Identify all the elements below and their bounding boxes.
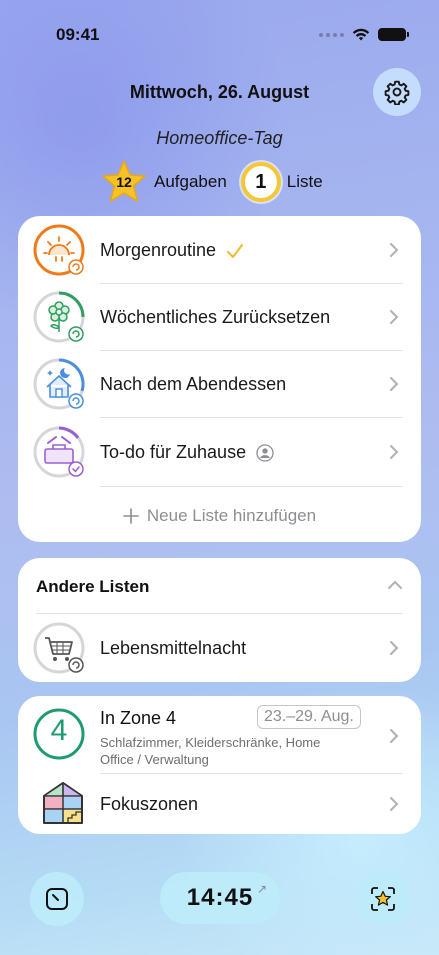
status-icons (319, 28, 409, 41)
zone-description: Schlafzimmer, Kleiderschränke, Home Offi… (100, 735, 321, 767)
arrow-up-right-icon: ↗ (256, 882, 268, 896)
list-label: Nach dem Abendessen (100, 374, 287, 394)
night-house-icon (33, 358, 85, 410)
chevron-right-icon (390, 377, 399, 391)
focus-star-button[interactable] (356, 872, 410, 926)
tasks-star-badge[interactable]: 12 (100, 158, 148, 206)
list-label: Morgenroutine (100, 240, 217, 260)
flower-icon (33, 291, 85, 343)
timer-value: 14:45 (186, 884, 254, 911)
current-zone-row[interactable]: 4 In Zone 4 23.–29. Aug. Schlafzimmer, K… (18, 696, 421, 773)
zone-title: In Zone 4 (100, 708, 177, 728)
chevron-right-icon (390, 641, 399, 655)
lists-count-badge[interactable]: 1 (240, 162, 281, 202)
list-label: Lebensmittelnacht (100, 638, 247, 658)
focus-zones-row[interactable]: Fokuszonen (18, 774, 421, 834)
add-list-button[interactable]: Neue Liste hinzufügen (18, 506, 421, 526)
zone-number: 4 (50, 714, 68, 747)
other-lists-title: Andere Listen (36, 577, 150, 596)
chevron-right-icon (390, 243, 399, 257)
zone-date-range: 23.–29. Aug. (257, 705, 361, 729)
lists-card: Morgenroutine Wöchentliches Zurücksetzen (18, 216, 421, 542)
star-scan-icon (371, 887, 395, 911)
list-item-morgenroutine[interactable]: Morgenroutine (18, 216, 421, 284)
list-label: Wöchentliches Zurücksetzen (100, 307, 331, 327)
tasks-count: 12 (116, 174, 132, 190)
chevron-right-icon (390, 445, 399, 459)
chevron-up-icon[interactable] (387, 580, 403, 590)
list-item-woechentliches-zuruecksetzen[interactable]: Wöchentliches Zurücksetzen (18, 284, 421, 351)
list-label: To-do für Zuhause (100, 442, 247, 462)
focus-zones-label: Fokuszonen (100, 794, 199, 814)
timer-display[interactable]: 14:45 ↗ (160, 872, 280, 924)
list-item-nach-dem-abendessen[interactable]: Nach dem Abendessen (18, 351, 421, 418)
shopping-cart-icon (33, 622, 85, 674)
other-lists-card: Andere Listen Lebensmittelnacht (18, 558, 421, 682)
checkmark-icon (227, 243, 244, 258)
timer-button[interactable] (30, 872, 84, 926)
chevron-right-icon (390, 310, 399, 324)
sunrise-icon (33, 224, 85, 276)
plus-icon (123, 508, 139, 524)
chevron-right-icon (390, 729, 399, 743)
status-time: 09:41 (56, 25, 100, 44)
house-zones-icon (43, 782, 83, 824)
list-item-to-do-fuer-zuhause[interactable]: To-do für Zuhause (18, 418, 421, 486)
list-item-lebensmittelnacht[interactable]: Lebensmittelnacht (18, 614, 421, 682)
add-list-label: Neue Liste hinzufügen (146, 506, 317, 525)
signal-icon (319, 32, 344, 37)
tasks-label: Aufgaben (154, 172, 227, 191)
chevron-right-icon (390, 797, 399, 811)
day-stats: 12 Aufgaben 1 Liste (100, 158, 337, 206)
clock-icon (46, 888, 68, 910)
lists-label: Liste (286, 172, 323, 191)
toolbox-icon (33, 426, 85, 478)
person-icon (256, 443, 274, 462)
wifi-icon (352, 28, 370, 41)
zones-card: 4 In Zone 4 23.–29. Aug. Schlafzimmer, K… (18, 696, 421, 834)
date-heading: Mittwoch, 26. August (129, 82, 310, 102)
day-subtitle: Homeoffice-Tag (156, 128, 283, 148)
battery-icon (378, 28, 409, 41)
